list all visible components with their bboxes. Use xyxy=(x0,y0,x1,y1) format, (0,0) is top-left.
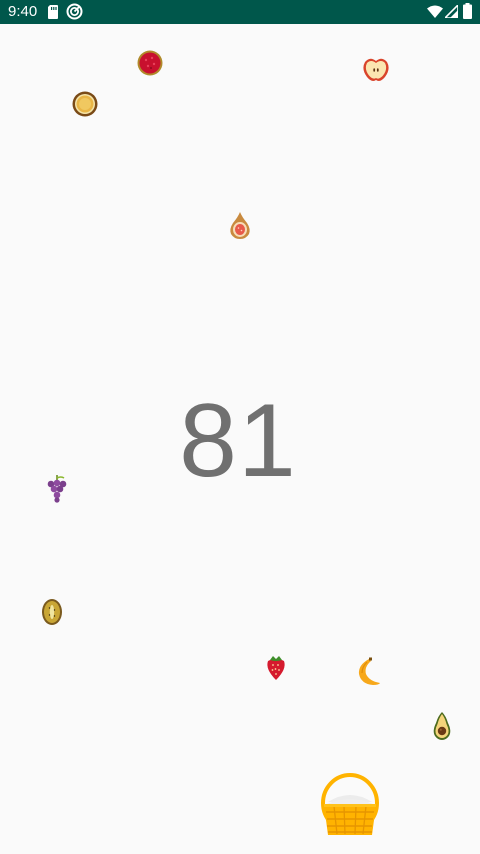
status-bar: 9:40 xyxy=(0,0,480,24)
pomegranate-icon[interactable] xyxy=(136,49,164,82)
apple-slice-icon[interactable] xyxy=(362,57,390,88)
sync-icon xyxy=(66,3,83,25)
basket-icon[interactable] xyxy=(318,772,382,843)
orange-slice-icon[interactable] xyxy=(72,91,98,122)
score-display: 81 xyxy=(179,383,297,499)
grapes-icon[interactable] xyxy=(45,475,69,508)
fig-icon[interactable] xyxy=(229,211,251,245)
strawberry-icon[interactable] xyxy=(265,654,287,686)
battery-icon xyxy=(463,3,472,24)
game-screen[interactable]: 9:40 81 xyxy=(0,0,480,854)
wifi-icon xyxy=(427,5,443,23)
banana-icon[interactable] xyxy=(355,657,381,692)
avocado-icon[interactable] xyxy=(431,711,453,746)
cellular-signal-icon xyxy=(443,3,459,23)
status-time: 9:40 xyxy=(8,3,38,20)
kiwi-icon[interactable] xyxy=(41,598,63,631)
sd-card-icon xyxy=(47,4,59,25)
